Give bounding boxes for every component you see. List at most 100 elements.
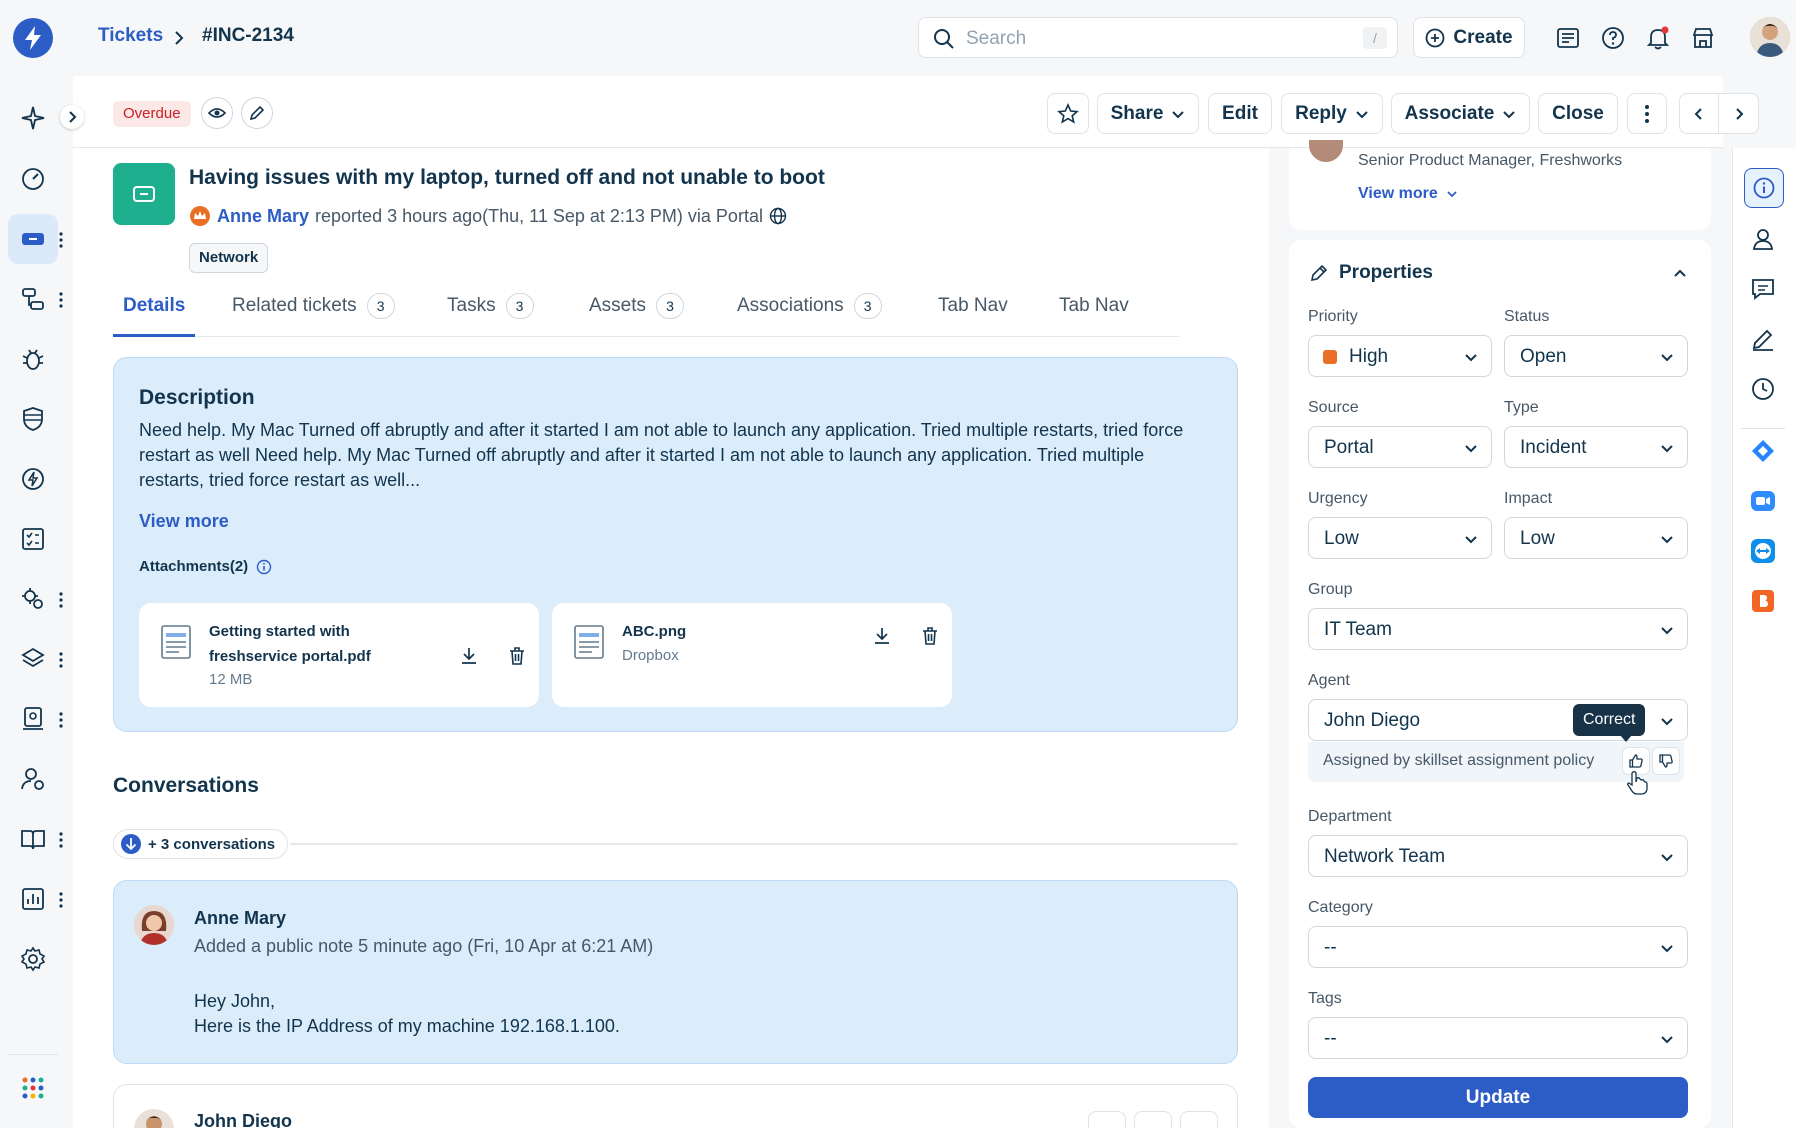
zoom-icon[interactable]	[1750, 488, 1776, 514]
breadcrumb-tickets[interactable]: Tickets	[98, 25, 163, 47]
tab-assets[interactable]: Assets 3	[589, 293, 685, 337]
more-vertical-icon[interactable]	[58, 651, 64, 669]
more-button[interactable]	[1180, 1111, 1218, 1128]
show-more-conversations-button[interactable]: + 3 conversations	[113, 829, 289, 859]
user-avatar[interactable]	[1750, 17, 1790, 57]
plus-circle-icon	[1426, 28, 1445, 47]
reports-icon[interactable]	[20, 886, 46, 912]
details-panel-button[interactable]	[1744, 168, 1784, 208]
dashboard-icon[interactable]	[20, 166, 46, 192]
cogs-icon[interactable]	[20, 586, 46, 612]
book-icon[interactable]	[20, 826, 46, 852]
attachment-card[interactable]: ABC.png Dropbox	[552, 603, 952, 707]
note-author[interactable]: Anne Mary	[194, 908, 286, 929]
chevron-up-icon[interactable]	[1673, 266, 1687, 280]
store-icon[interactable]	[1689, 24, 1717, 52]
priority-select[interactable]: High	[1308, 335, 1492, 377]
previous-ticket-button[interactable]	[1680, 94, 1720, 133]
file-icon	[161, 625, 191, 659]
workflow-icon[interactable]	[20, 286, 46, 312]
more-vertical-icon[interactable]	[58, 591, 64, 609]
bell-icon[interactable]	[1644, 24, 1672, 52]
group-select[interactable]: IT Team	[1308, 608, 1688, 650]
edit-button[interactable]: Edit	[1208, 93, 1272, 134]
requester-view-more-link[interactable]: View more	[1358, 185, 1458, 203]
urgency-label: Urgency	[1308, 490, 1368, 507]
tab-associations[interactable]: Associations 3	[737, 293, 882, 337]
more-vertical-icon[interactable]	[58, 891, 64, 909]
attachment-card[interactable]: Getting started with freshservice portal.…	[139, 603, 539, 707]
watch-button[interactable]	[201, 97, 233, 129]
tab-nav-2[interactable]: Tab Nav	[1059, 295, 1129, 337]
note-pen-icon[interactable]	[1750, 326, 1776, 352]
share-button[interactable]: Share	[1097, 93, 1199, 134]
edit-title-button[interactable]	[241, 97, 273, 129]
agent-value: John Diego	[1324, 710, 1421, 731]
tab-count: 3	[853, 293, 882, 319]
requester-icon[interactable]	[1750, 226, 1776, 252]
download-icon[interactable]	[872, 626, 892, 646]
next-ticket-button[interactable]	[1719, 94, 1758, 133]
impact-label: Impact	[1504, 490, 1553, 507]
info-icon[interactable]	[256, 559, 272, 575]
settings-icon[interactable]	[20, 946, 46, 972]
reply-button[interactable]: Reply	[1281, 93, 1383, 134]
bug-icon[interactable]	[20, 346, 46, 372]
chat-icon[interactable]	[1750, 276, 1776, 302]
ticket-icon[interactable]	[20, 226, 46, 252]
app-logo[interactable]	[13, 18, 53, 58]
forward-button[interactable]	[1134, 1111, 1172, 1128]
feedback-tooltip: Correct	[1573, 704, 1646, 736]
download-icon[interactable]	[459, 646, 479, 666]
tab-tasks[interactable]: Tasks 3	[447, 293, 534, 337]
favorite-button[interactable]	[1047, 93, 1089, 134]
news-icon[interactable]	[1554, 24, 1582, 52]
app-switcher-icon[interactable]	[20, 1075, 46, 1101]
user-settings-icon[interactable]	[20, 766, 46, 792]
update-button[interactable]: Update	[1308, 1077, 1688, 1118]
teamviewer-icon[interactable]	[1750, 538, 1776, 564]
description-view-more-link[interactable]: View more	[139, 511, 229, 532]
search-icon	[934, 29, 954, 49]
pencil-icon	[1310, 264, 1328, 282]
tab-label: Assets	[589, 295, 647, 316]
type-select[interactable]: Incident	[1504, 426, 1688, 468]
reply-author[interactable]: John Diego	[194, 1111, 292, 1128]
more-vertical-icon[interactable]	[58, 231, 64, 249]
tab-related-tickets[interactable]: Related tickets 3	[232, 293, 395, 337]
create-button[interactable]: Create	[1413, 17, 1525, 58]
thumbs-down-button[interactable]	[1652, 747, 1680, 775]
impact-select[interactable]: Low	[1504, 517, 1688, 559]
tags-select[interactable]: --	[1308, 1017, 1688, 1059]
reply-back-button[interactable]	[1088, 1111, 1126, 1128]
status-select[interactable]: Open	[1504, 335, 1688, 377]
close-ticket-button[interactable]: Close	[1538, 93, 1618, 134]
sparkle-icon[interactable]	[20, 105, 46, 131]
checklist-icon[interactable]	[20, 526, 46, 552]
department-select[interactable]: Network Team	[1308, 835, 1688, 877]
more-actions-button[interactable]	[1627, 93, 1667, 134]
clock-icon[interactable]	[1750, 376, 1776, 402]
more-vertical-icon[interactable]	[58, 291, 64, 309]
trash-icon[interactable]	[507, 646, 527, 666]
urgency-select[interactable]: Low	[1308, 517, 1492, 559]
jira-icon[interactable]	[1750, 438, 1776, 464]
tab-details[interactable]: Details	[113, 295, 196, 337]
layers-icon[interactable]	[20, 646, 46, 672]
bomgar-icon[interactable]	[1750, 588, 1776, 614]
help-icon[interactable]	[1599, 24, 1627, 52]
change-icon[interactable]	[20, 466, 46, 492]
source-select[interactable]: Portal	[1308, 426, 1492, 468]
search-input[interactable]: Search /	[918, 17, 1398, 58]
contract-icon[interactable]	[20, 706, 46, 732]
shield-icon[interactable]	[20, 406, 46, 432]
associate-button[interactable]: Associate	[1391, 93, 1530, 134]
sidebar-expand-button[interactable]	[60, 105, 84, 129]
more-vertical-icon[interactable]	[58, 831, 64, 849]
more-vertical-icon[interactable]	[58, 711, 64, 729]
chevron-down-icon	[1661, 445, 1673, 453]
requester-name[interactable]: Anne Mary	[217, 206, 309, 227]
category-select[interactable]: --	[1308, 926, 1688, 968]
tab-nav-1[interactable]: Tab Nav	[938, 295, 1008, 337]
trash-icon[interactable]	[920, 626, 940, 646]
